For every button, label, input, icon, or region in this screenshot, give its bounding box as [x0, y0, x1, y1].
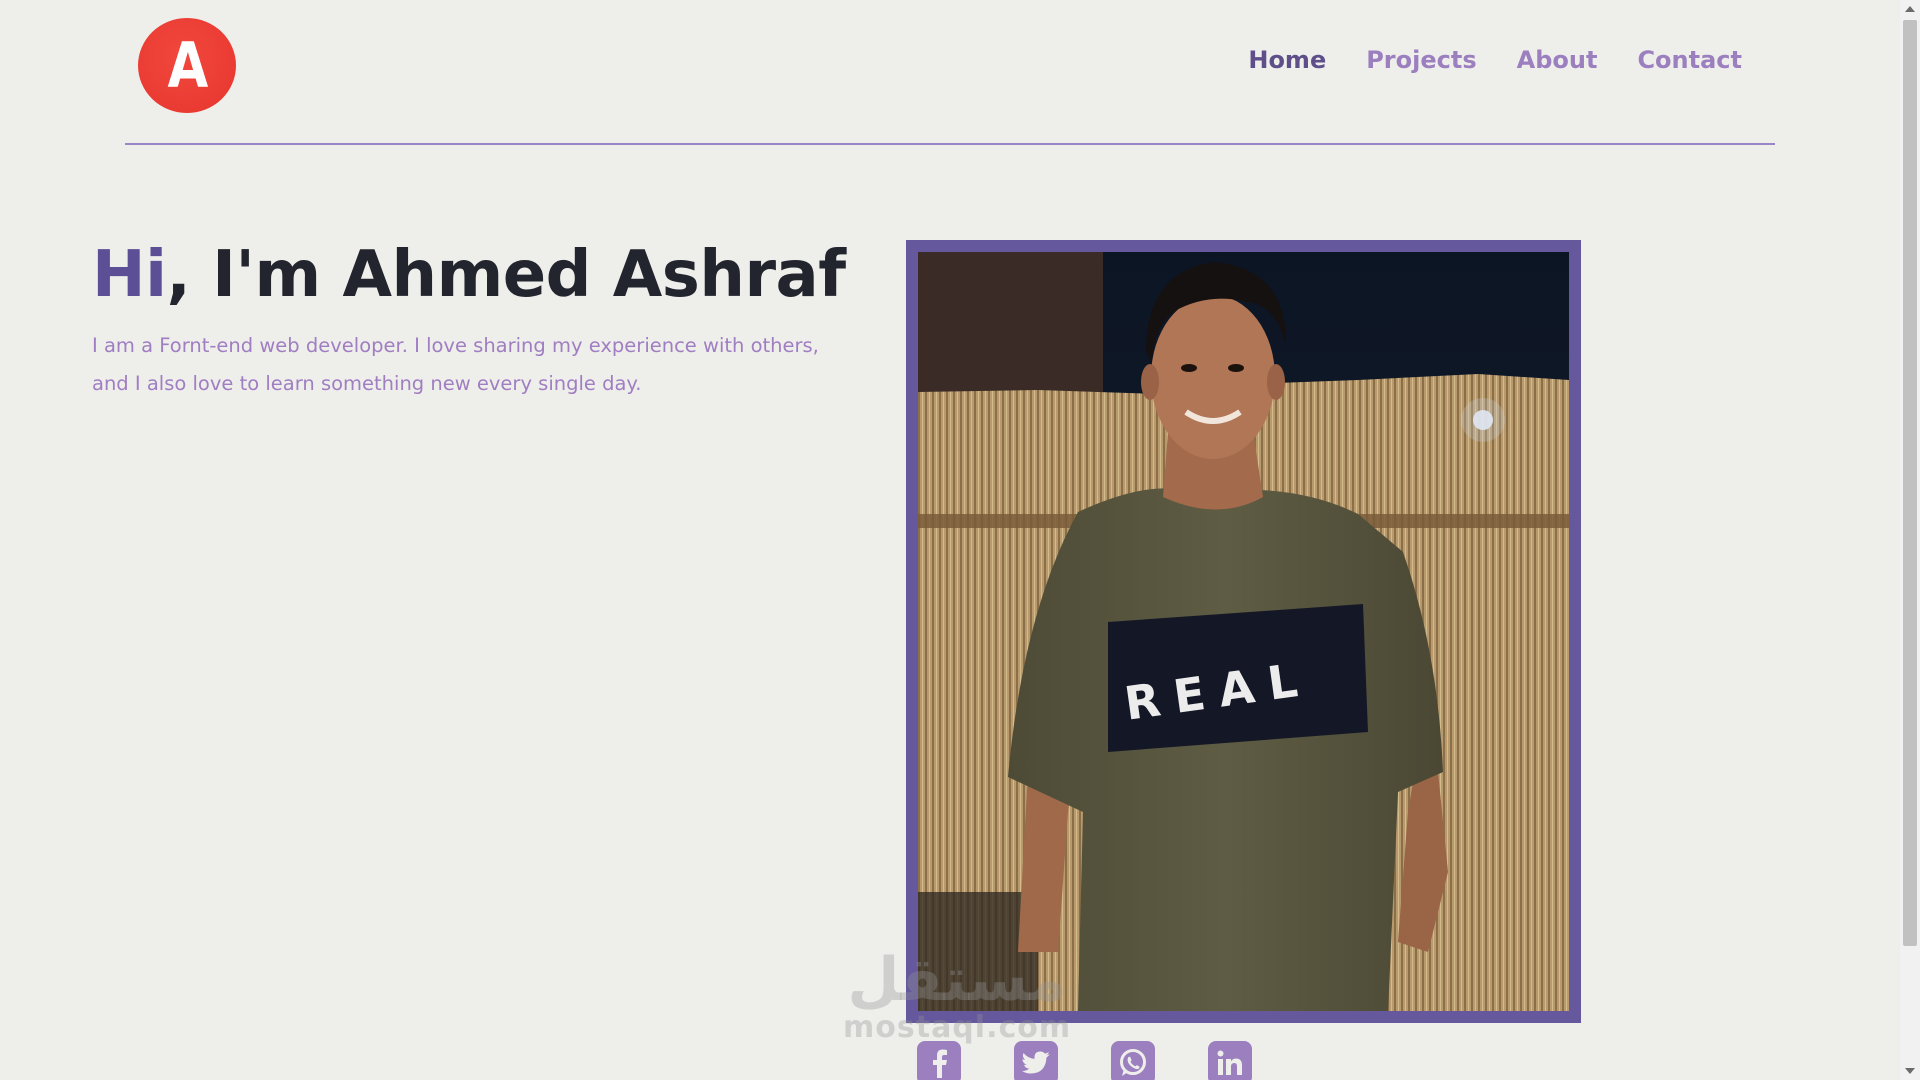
- profile-photo-frame: REAL: [906, 240, 1581, 1023]
- whatsapp-icon[interactable]: [1111, 1041, 1155, 1080]
- logo-letter: A: [167, 28, 208, 102]
- social-links: [917, 1041, 1252, 1080]
- watermark-arabic: مستقل: [847, 945, 1067, 1015]
- hero-description: I am a Fornt-end web developer. I love s…: [92, 334, 819, 395]
- watermark-latin: mostaql.com: [843, 1010, 1072, 1045]
- facebook-icon[interactable]: [917, 1041, 961, 1080]
- hero-name: , I'm Ahmed Ashraf: [166, 238, 847, 312]
- hero-title: Hi, I'm Ahmed Ashraf: [92, 238, 846, 312]
- scroll-up-icon[interactable]: [1905, 6, 1915, 12]
- logo[interactable]: A: [138, 18, 236, 113]
- twitter-icon[interactable]: [1014, 1041, 1058, 1080]
- nav-home-link[interactable]: Home: [1248, 46, 1326, 74]
- nav-projects-link[interactable]: Projects: [1366, 46, 1476, 74]
- scrollbar-thumb[interactable]: [1903, 20, 1917, 946]
- page: A Home Projects About Contact Hi, I'm Ah…: [0, 0, 1920, 1080]
- nav-contact-link[interactable]: Contact: [1637, 46, 1742, 74]
- hero-greeting: Hi: [92, 238, 167, 312]
- header-divider: [125, 143, 1775, 145]
- vertical-scrollbar[interactable]: [1900, 0, 1920, 1080]
- profile-photo: REAL: [918, 252, 1569, 1011]
- nav-about-link[interactable]: About: [1517, 46, 1598, 74]
- linkedin-icon[interactable]: [1208, 1041, 1252, 1080]
- watermark: مستقل mostaql.com: [843, 950, 1071, 1045]
- main-nav: Home Projects About Contact: [1248, 46, 1742, 74]
- scroll-down-icon[interactable]: [1905, 1068, 1915, 1074]
